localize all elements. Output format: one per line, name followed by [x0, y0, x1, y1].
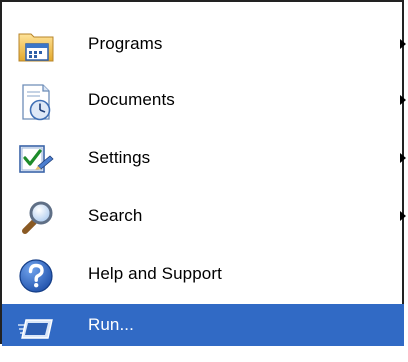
menu-item-documents[interactable]: Documents	[2, 72, 406, 128]
submenu-arrow-icon	[400, 153, 406, 163]
start-menu: Programs Documents Settings Search Help …	[0, 0, 406, 346]
run-icon	[16, 307, 56, 347]
menu-item-programs[interactable]: Programs	[2, 16, 406, 72]
menu-item-label: Documents	[88, 90, 175, 109]
documents-icon	[16, 82, 56, 122]
menu-item-search[interactable]: Search	[2, 188, 406, 244]
menu-item-run[interactable]: Run...	[2, 304, 404, 346]
programs-folder-icon	[16, 26, 56, 66]
menu-item-help-and-support[interactable]: Help and Support	[2, 246, 404, 302]
help-icon	[16, 256, 56, 296]
submenu-arrow-icon	[400, 211, 406, 221]
menu-item-label: Settings	[88, 148, 151, 167]
menu-item-label: Search	[88, 206, 143, 225]
menu-item-label: Programs	[88, 34, 163, 53]
menu-item-settings[interactable]: Settings	[2, 130, 406, 186]
submenu-arrow-icon	[400, 95, 406, 105]
menu-item-label: Run...	[88, 315, 134, 334]
settings-icon	[16, 140, 56, 180]
submenu-arrow-icon	[400, 39, 406, 49]
search-icon	[16, 198, 56, 238]
menu-item-label: Help and Support	[88, 264, 222, 283]
